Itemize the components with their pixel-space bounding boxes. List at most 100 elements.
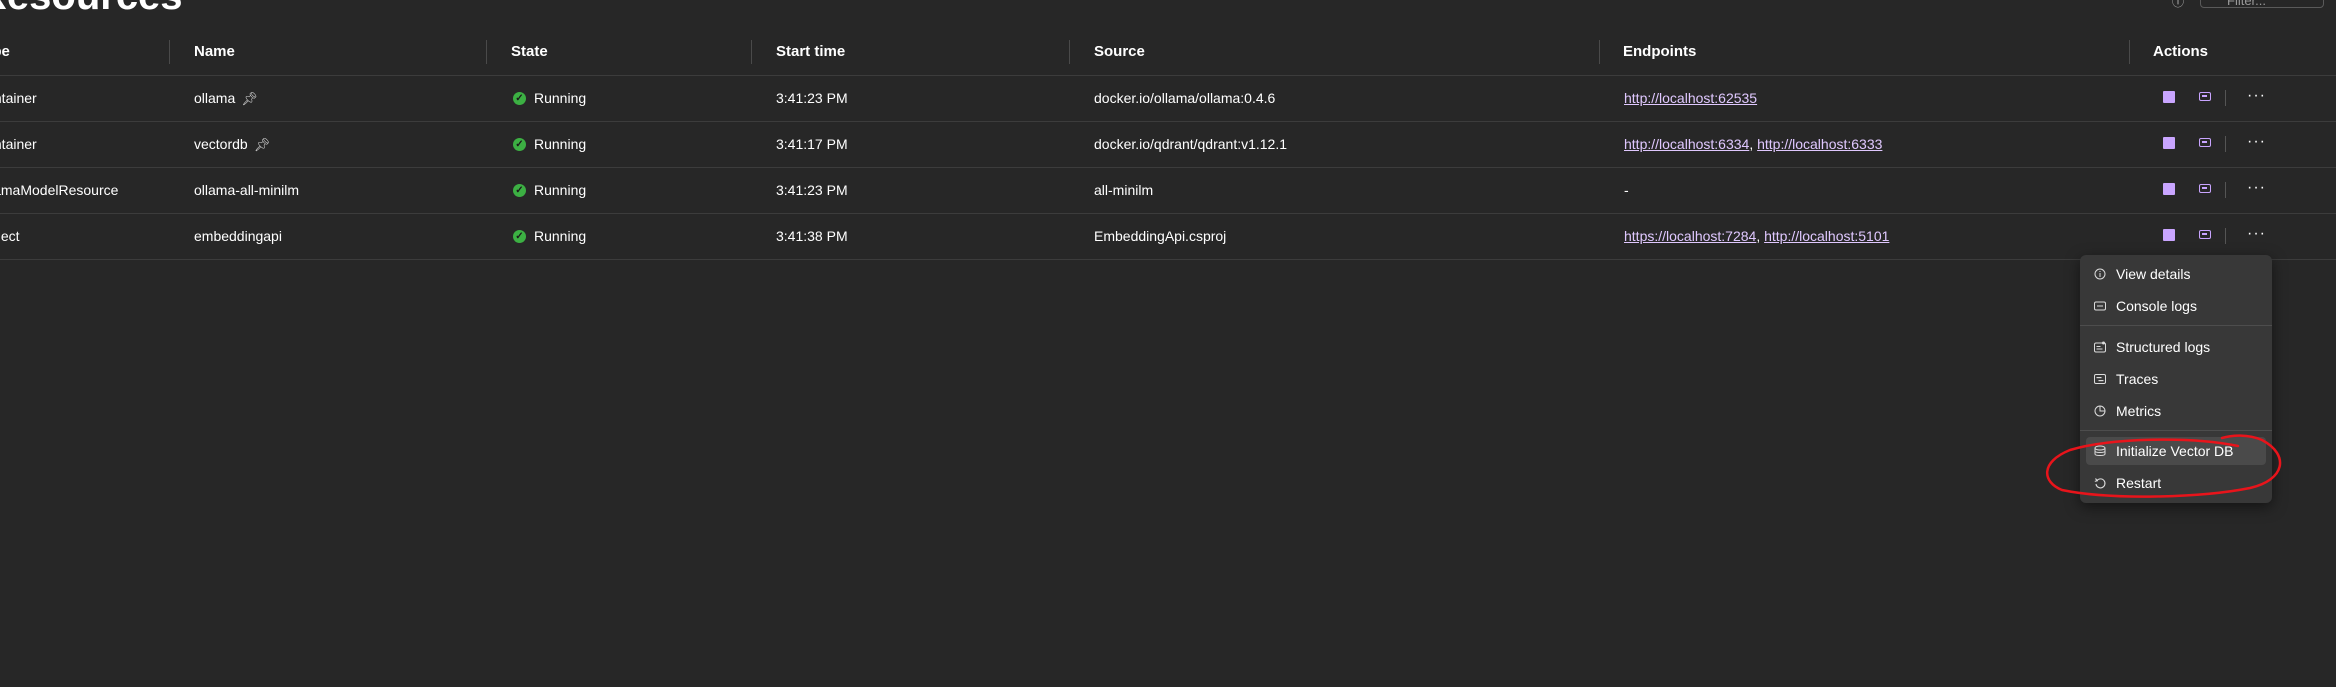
source-cell: docker.io/qdrant/qdrant:v1.12.1 xyxy=(1094,136,1288,152)
resource-name: vectordb xyxy=(194,136,248,152)
menu-divider xyxy=(2080,430,2272,431)
info-icon xyxy=(2094,268,2106,280)
menu-item-label: Traces xyxy=(2116,371,2159,387)
pin-icon[interactable]: 📌︎ xyxy=(241,77,258,121)
endpoint-separator: , xyxy=(1756,228,1761,244)
header-start-time[interactable]: Start time xyxy=(776,30,845,75)
endpoints-cell: http://localhost:62535 xyxy=(1624,76,1757,121)
console-logs-icon[interactable] xyxy=(2199,92,2211,101)
start-time-cell: 3:41:23 PM xyxy=(776,182,848,198)
menu-item-label: Console logs xyxy=(2116,298,2197,314)
stop-icon[interactable] xyxy=(2163,229,2175,241)
header-type[interactable]: Type xyxy=(0,30,10,75)
source-cell: EmbeddingApi.csproj xyxy=(1094,228,1227,244)
state-label: Running xyxy=(534,228,587,244)
endpoints-cell: https://localhost:7284, http://localhost… xyxy=(1624,214,1889,259)
menu-item-view-details[interactable]: View details xyxy=(2086,260,2266,288)
help-icon[interactable]: ⓘ xyxy=(2172,0,2186,9)
menu-item-label: Metrics xyxy=(2116,403,2162,419)
more-actions-icon[interactable]: ··· xyxy=(2247,122,2266,162)
action-separator xyxy=(2225,182,2226,198)
menu-item-label: Structured logs xyxy=(2116,339,2211,355)
name-cell: vectordb 📌︎ xyxy=(194,122,270,167)
type-cell: Project xyxy=(0,228,20,244)
state-cell: ✓ Running xyxy=(513,214,586,259)
running-check-icon: ✓ xyxy=(513,229,526,243)
table-row[interactable]: Project embeddingapi ✓ Running 3:41:38 PM… xyxy=(0,214,2336,260)
page-title: Resources xyxy=(0,0,183,19)
resource-actions-menu: View details Console logs Structured log… xyxy=(2080,255,2272,503)
pin-icon[interactable]: 📌︎ xyxy=(254,123,271,167)
source-cell: docker.io/ollama/ollama:0.4.6 xyxy=(1094,90,1276,106)
menu-item-metrics[interactable]: Metrics xyxy=(2086,397,2266,425)
menu-item-restart[interactable]: Restart xyxy=(2086,469,2266,497)
running-check-icon: ✓ xyxy=(513,91,526,105)
action-separator xyxy=(2225,228,2226,244)
console-logs-icon[interactable] xyxy=(2199,138,2211,147)
name-cell: ollama 📌︎ xyxy=(194,76,258,121)
name-cell: ollama-all-minilm xyxy=(194,168,299,213)
database-icon xyxy=(2094,445,2106,456)
filter-input[interactable]: Filter... xyxy=(2200,0,2324,8)
more-actions-icon[interactable]: ··· xyxy=(2247,214,2266,254)
column-divider[interactable] xyxy=(751,40,752,64)
column-divider[interactable] xyxy=(169,40,170,64)
state-cell: ✓ Running xyxy=(513,76,586,121)
endpoint-link[interactable]: http://localhost:6333 xyxy=(1757,136,1882,152)
console-logs-icon[interactable] xyxy=(2199,184,2211,193)
column-divider[interactable] xyxy=(1069,40,1070,64)
endpoint-link[interactable]: http://localhost:6334 xyxy=(1624,136,1749,152)
header-source[interactable]: Source xyxy=(1094,30,1145,75)
column-divider[interactable] xyxy=(486,40,487,64)
menu-item-label: View details xyxy=(2116,266,2191,282)
stop-icon[interactable] xyxy=(2163,91,2175,103)
endpoint-separator: , xyxy=(1749,136,1754,152)
column-divider[interactable] xyxy=(2129,40,2130,64)
header-state[interactable]: State xyxy=(511,30,548,75)
stop-icon[interactable] xyxy=(2163,183,2175,195)
resource-name: ollama xyxy=(194,90,236,106)
menu-item-structured-logs[interactable]: Structured logs xyxy=(2086,333,2266,361)
metrics-icon xyxy=(2094,405,2106,417)
action-separator xyxy=(2225,90,2226,106)
restart-icon xyxy=(2094,478,2106,489)
running-check-icon: ✓ xyxy=(513,183,526,197)
state-label: Running xyxy=(534,182,587,198)
more-actions-icon[interactable]: ··· xyxy=(2247,76,2266,116)
endpoint-link[interactable]: https://localhost:7284 xyxy=(1624,228,1756,244)
start-time-cell: 3:41:17 PM xyxy=(776,136,848,152)
more-actions-icon[interactable]: ··· xyxy=(2247,168,2266,208)
endpoint-link[interactable]: http://localhost:5101 xyxy=(1764,228,1889,244)
stop-icon[interactable] xyxy=(2163,137,2175,149)
menu-item-traces[interactable]: Traces xyxy=(2086,365,2266,393)
endpoint-link[interactable]: http://localhost:62535 xyxy=(1624,90,1757,106)
name-cell: embeddingapi xyxy=(194,214,282,259)
resource-name: ollama-all-minilm xyxy=(194,182,300,198)
state-label: Running xyxy=(534,136,587,152)
menu-item-label: Initialize Vector DB xyxy=(2116,443,2234,459)
endpoints-cell: http://localhost:6334, http://localhost:… xyxy=(1624,122,1882,167)
state-cell: ✓ Running xyxy=(513,122,586,167)
menu-item-console-logs[interactable]: Console logs xyxy=(2086,292,2266,320)
start-time-cell: 3:41:38 PM xyxy=(776,228,848,244)
column-divider[interactable] xyxy=(1599,40,1600,64)
source-cell: all-minilm xyxy=(1094,182,1154,198)
menu-item-initialize-vector-db[interactable]: Initialize Vector DB xyxy=(2086,437,2266,465)
header-endpoints[interactable]: Endpoints xyxy=(1623,30,1696,75)
console-logs-icon[interactable] xyxy=(2199,230,2211,239)
menu-item-label: Restart xyxy=(2116,475,2162,491)
table-header: Type Name State Start time Source Endpoi… xyxy=(0,30,2336,76)
table-row[interactable]: Container ollama 📌︎ ✓ Running 3:41:23 PM d… xyxy=(0,76,2336,122)
state-cell: ✓ Running xyxy=(513,168,586,213)
toolbar: ⓘ Filter... xyxy=(2172,0,2324,9)
start-time-cell: 3:41:23 PM xyxy=(776,90,848,106)
endpoints-cell: - xyxy=(1624,182,1629,198)
console-icon xyxy=(2094,301,2106,311)
table-row[interactable]: Container vectordb 📌︎ ✓ Running 3:41:17 PM… xyxy=(0,122,2336,168)
table-row[interactable]: OllamaModelResource ollama-all-minilm ✓ R… xyxy=(0,168,2336,214)
menu-divider xyxy=(2080,325,2272,326)
action-separator xyxy=(2225,136,2226,152)
header-name[interactable]: Name xyxy=(194,30,235,75)
resource-name: embeddingapi xyxy=(194,228,282,244)
state-label: Running xyxy=(534,90,587,106)
